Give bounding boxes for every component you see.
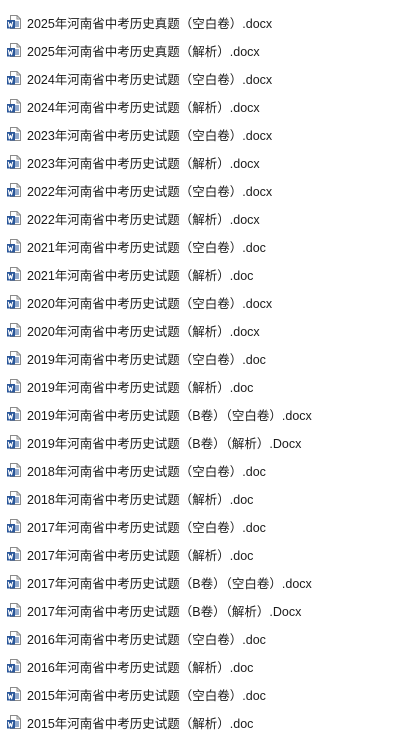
file-item[interactable]: 2019年河南省中考历史试题（解析）.doc [0,372,402,400]
file-name: 2020年河南省中考历史试题（解析）.docx [27,324,260,339]
file-item[interactable]: 2023年河南省中考历史试题（空白卷）.docx [0,120,402,148]
file-item[interactable]: 2021年河南省中考历史试题（空白卷）.doc [0,232,402,260]
file-item[interactable]: 2024年河南省中考历史试题（空白卷）.docx [0,64,402,92]
word-doc-icon [6,602,22,618]
file-name: 2022年河南省中考历史试题（空白卷）.docx [27,184,273,199]
file-name: 2017年河南省中考历史试题（B卷）（空白卷）.docx [27,576,312,591]
file-name: 2025年河南省中考历史真题（解析）.docx [27,44,260,59]
file-name: 2020年河南省中考历史试题（空白卷）.docx [27,296,273,311]
word-doc-icon [6,154,22,170]
file-name: 2024年河南省中考历史试题（空白卷）.docx [27,72,273,87]
word-doc-icon [6,14,22,30]
file-name: 2019年河南省中考历史试题（B卷）（解析）.Docx [27,436,302,451]
file-name: 2017年河南省中考历史试题（B卷）（解析）.Docx [27,604,302,619]
file-name: 2017年河南省中考历史试题（解析）.doc [27,548,254,563]
file-item[interactable]: 2017年河南省中考历史试题（B卷）（空白卷）.docx [0,568,402,596]
word-doc-icon [6,322,22,338]
word-doc-icon [6,350,22,366]
file-item[interactable]: 2017年河南省中考历史试题（解析）.doc [0,540,402,568]
file-item[interactable]: 2025年河南省中考历史真题（空白卷）.docx [0,8,402,36]
word-doc-icon [6,294,22,310]
word-doc-icon [6,126,22,142]
file-name: 2018年河南省中考历史试题（解析）.doc [27,492,254,507]
word-doc-icon [6,490,22,506]
word-doc-icon [6,266,22,282]
file-name: 2023年河南省中考历史试题（解析）.docx [27,156,260,171]
word-doc-icon [6,434,22,450]
file-name: 2018年河南省中考历史试题（空白卷）.doc [27,464,266,479]
word-doc-icon [6,686,22,702]
file-item[interactable]: 2018年河南省中考历史试题（空白卷）.doc [0,456,402,484]
file-item[interactable]: 2017年河南省中考历史试题（空白卷）.doc [0,512,402,540]
file-item[interactable]: 2024年河南省中考历史试题（解析）.docx [0,92,402,120]
file-item[interactable]: 2022年河南省中考历史试题（解析）.docx [0,204,402,232]
word-doc-icon [6,406,22,422]
file-item[interactable]: 2025年河南省中考历史真题（解析）.docx [0,36,402,64]
file-name: 2016年河南省中考历史试题（空白卷）.doc [27,632,266,647]
file-item[interactable]: 2015年河南省中考历史试题（解析）.doc [0,708,402,736]
file-name: 2022年河南省中考历史试题（解析）.docx [27,212,260,227]
word-doc-icon [6,462,22,478]
file-item[interactable]: 2019年河南省中考历史试题（B卷）（空白卷）.docx [0,400,402,428]
file-name: 2025年河南省中考历史真题（空白卷）.docx [27,16,273,31]
file-name: 2016年河南省中考历史试题（解析）.doc [27,660,254,675]
file-name: 2019年河南省中考历史试题（B卷）（空白卷）.docx [27,408,312,423]
word-doc-icon [6,210,22,226]
file-item[interactable]: 2016年河南省中考历史试题（空白卷）.doc [0,624,402,652]
file-name: 2021年河南省中考历史试题（解析）.doc [27,268,254,283]
word-doc-icon [6,658,22,674]
file-item[interactable]: 2019年河南省中考历史试题（B卷）（解析）.Docx [0,428,402,456]
file-item[interactable]: 2020年河南省中考历史试题（空白卷）.docx [0,288,402,316]
file-item[interactable]: 2020年河南省中考历史试题（解析）.docx [0,316,402,344]
word-doc-icon [6,714,22,730]
word-doc-icon [6,238,22,254]
file-item[interactable]: 2018年河南省中考历史试题（解析）.doc [0,484,402,512]
word-doc-icon [6,630,22,646]
word-doc-icon [6,546,22,562]
file-name: 2019年河南省中考历史试题（解析）.doc [27,380,254,395]
word-doc-icon [6,182,22,198]
word-doc-icon [6,518,22,534]
word-doc-icon [6,574,22,590]
file-item[interactable]: 2019年河南省中考历史试题（空白卷）.doc [0,344,402,372]
file-item[interactable]: 2015年河南省中考历史试题（空白卷）.doc [0,680,402,708]
word-doc-icon [6,70,22,86]
file-name: 2023年河南省中考历史试题（空白卷）.docx [27,128,273,143]
file-item[interactable]: 2023年河南省中考历史试题（解析）.docx [0,148,402,176]
file-name: 2017年河南省中考历史试题（空白卷）.doc [27,520,266,535]
file-name: 2024年河南省中考历史试题（解析）.docx [27,100,260,115]
file-name: 2021年河南省中考历史试题（空白卷）.doc [27,240,266,255]
file-name: 2015年河南省中考历史试题（空白卷）.doc [27,688,266,703]
word-doc-icon [6,42,22,58]
word-doc-icon [6,98,22,114]
file-item[interactable]: 2021年河南省中考历史试题（解析）.doc [0,260,402,288]
file-name: 2015年河南省中考历史试题（解析）.doc [27,716,254,731]
file-item[interactable]: 2017年河南省中考历史试题（B卷）（解析）.Docx [0,596,402,624]
file-name: 2019年河南省中考历史试题（空白卷）.doc [27,352,266,367]
file-list: 2025年河南省中考历史真题（空白卷）.docx 2025年河南省中考历史真题（… [0,0,402,750]
file-item[interactable]: 2022年河南省中考历史试题（空白卷）.docx [0,176,402,204]
file-item[interactable]: 2016年河南省中考历史试题（解析）.doc [0,652,402,680]
word-doc-icon [6,378,22,394]
